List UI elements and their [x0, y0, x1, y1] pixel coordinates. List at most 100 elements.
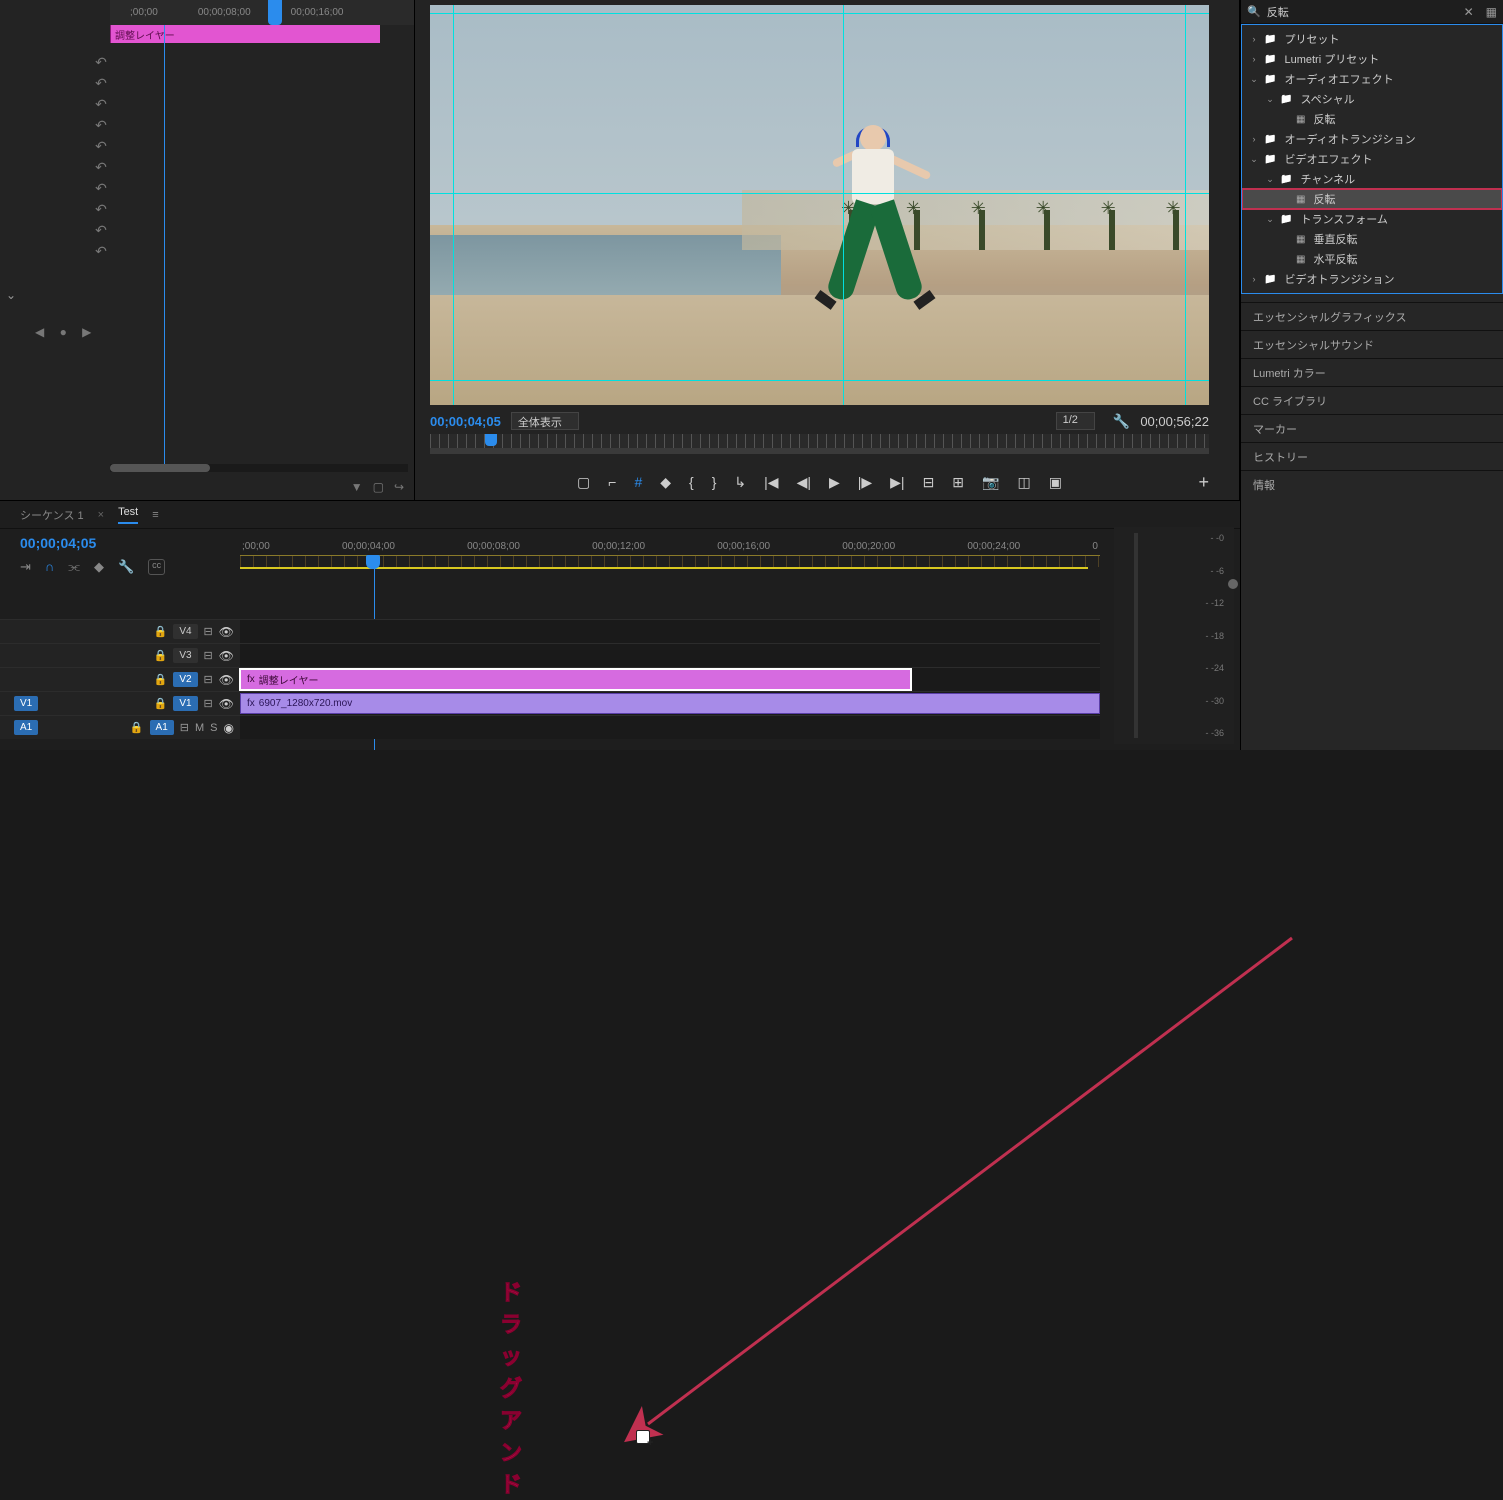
source-patch-a1[interactable]: A1 — [14, 720, 38, 735]
source-patch-v1[interactable]: V1 — [14, 696, 38, 711]
panel-menu-icon[interactable]: ▦ — [1486, 5, 1497, 19]
undo-icon[interactable]: ↶ — [92, 96, 110, 113]
clear-search-icon[interactable]: ✕ — [1464, 5, 1474, 19]
mark-in-icon[interactable]: { — [689, 474, 694, 490]
tab-sequence-1[interactable]: シーケンス 1 — [20, 507, 84, 523]
wrench-icon[interactable]: 🔧 — [118, 559, 134, 575]
filter-icon[interactable]: ▼ — [351, 480, 363, 494]
sync-lock-icon[interactable]: ⊟ — [180, 721, 189, 734]
undo-icon[interactable]: ↶ — [92, 222, 110, 239]
timeline-scroll-end[interactable] — [1106, 579, 1238, 591]
panel-link-cc-libraries[interactable]: CC ライブラリ — [1241, 386, 1503, 414]
eye-icon[interactable]: 👁 — [219, 697, 234, 711]
zoom-level-select[interactable]: 全体表示 — [511, 412, 579, 430]
source-playhead[interactable] — [268, 0, 282, 25]
tree-folder-audio-effects[interactable]: ⌄オーディオエフェクト — [1242, 69, 1502, 89]
source-scrollbar[interactable] — [110, 464, 408, 472]
program-timecode-out[interactable]: 00;00;56;22 — [1140, 414, 1209, 429]
mark-out-icon[interactable]: } — [712, 474, 717, 490]
tree-folder-video-effects[interactable]: ⌄ビデオエフェクト — [1242, 149, 1502, 169]
sync-lock-icon[interactable]: ⊟ — [204, 625, 213, 638]
track-label[interactable]: V3 — [173, 648, 197, 663]
clip-video[interactable]: fx 6907_1280x720.mov — [240, 693, 1100, 714]
caption-icon[interactable]: cc — [148, 559, 165, 575]
tab-close-icon[interactable]: × — [98, 509, 104, 521]
track-header-v1[interactable]: V1 🔒 V1 ⊟ 👁 — [0, 692, 240, 715]
track-header-v3[interactable]: 🔒 V3 ⊟ 👁 — [0, 644, 240, 667]
undo-icon[interactable]: ↶ — [92, 138, 110, 155]
marker-add-icon[interactable]: ▢ — [577, 474, 590, 491]
settings-wrench-icon[interactable]: 🔧 — [1113, 413, 1130, 430]
sync-lock-icon[interactable]: ⊟ — [204, 673, 213, 686]
extract-icon[interactable]: ⊞ — [952, 474, 964, 491]
eye-icon[interactable]: 👁 — [219, 649, 234, 663]
safe-margins-icon[interactable]: # — [634, 474, 642, 490]
source-clip-adjustment-layer[interactable]: 調整レイヤー — [110, 25, 380, 43]
lock-icon[interactable]: 🔒 — [154, 673, 168, 686]
tree-folder-special[interactable]: ⌄スペシャル — [1242, 89, 1502, 109]
program-playhead[interactable] — [485, 434, 497, 446]
undo-icon[interactable]: ↶ — [92, 201, 110, 218]
new-bin-icon[interactable]: ▢ — [373, 480, 384, 494]
panel-link-lumetri-color[interactable]: Lumetri カラー — [1241, 358, 1503, 386]
lock-icon[interactable]: 🔒 — [154, 625, 168, 638]
tree-folder-lumetri-presets[interactable]: ›Lumetri プリセット — [1242, 49, 1502, 69]
tree-folder-video-transitions[interactable]: ›ビデオトランジション — [1242, 269, 1502, 289]
frame-forward-icon[interactable]: |▶ — [858, 474, 872, 491]
source-nav-controls[interactable]: ◀ ● ▶ — [35, 325, 97, 339]
in-point-icon[interactable]: ⌐ — [608, 474, 616, 490]
program-video-frame[interactable] — [430, 5, 1209, 405]
panel-link-history[interactable]: ヒストリー — [1241, 442, 1503, 470]
new-item-icon[interactable]: ↪ — [394, 480, 404, 494]
undo-icon[interactable]: ↶ — [92, 75, 110, 92]
insert-mode-icon[interactable]: ⇥ — [20, 559, 31, 575]
playback-resolution-select[interactable]: 1/2 — [1056, 412, 1095, 430]
tree-effect-invert-audio[interactable]: 反転 — [1242, 109, 1502, 129]
linked-selection-icon[interactable]: ⫘ — [68, 559, 80, 575]
proxy-toggle-icon[interactable]: ▣ — [1049, 474, 1062, 491]
clip-adjustment-layer[interactable]: fx 調整レイヤー — [240, 669, 911, 690]
program-ruler[interactable] — [430, 434, 1209, 454]
track-header-v4[interactable]: 🔒 V4 ⊟ 👁 — [0, 620, 240, 643]
export-frame-icon[interactable]: 📷 — [982, 474, 999, 491]
tree-effect-vertical-flip[interactable]: 垂直反転 — [1242, 229, 1502, 249]
marker-tool-icon[interactable]: ◆ — [94, 559, 104, 575]
undo-icon[interactable]: ↶ — [92, 243, 110, 260]
eye-icon[interactable]: 👁 — [219, 625, 234, 639]
tab-menu-icon[interactable]: ≡ — [152, 509, 158, 521]
program-timecode-in[interactable]: 00;00;04;05 — [430, 414, 501, 429]
mute-button[interactable]: M — [195, 722, 204, 734]
solo-button[interactable]: S — [210, 722, 217, 734]
voiceover-icon[interactable]: ◉ — [224, 721, 234, 735]
timeline-ruler[interactable]: ;00;00 00;00;04;00 00;00;08;00 00;00;12;… — [240, 541, 1100, 571]
track-label[interactable]: A1 — [150, 720, 174, 735]
track-header-a1[interactable]: A1 🔒 A1 ⊟ M S ◉ — [0, 716, 240, 739]
step-back-icon[interactable]: |◀ — [764, 474, 778, 491]
comparison-view-icon[interactable]: ◫ — [1017, 474, 1030, 491]
tree-effect-horizontal-flip[interactable]: 水平反転 — [1242, 249, 1502, 269]
eye-icon[interactable]: 👁 — [219, 673, 234, 687]
tree-effect-invert-channel[interactable]: 反転 — [1242, 189, 1502, 209]
panel-link-essential-graphics[interactable]: エッセンシャルグラフィックス — [1241, 302, 1503, 330]
track-label[interactable]: V2 — [173, 672, 197, 687]
lock-icon[interactable]: 🔒 — [154, 649, 168, 662]
tab-test[interactable]: Test — [118, 506, 138, 524]
lift-icon[interactable]: ⊟ — [923, 474, 935, 491]
tree-folder-transform[interactable]: ⌄トランスフォーム — [1242, 209, 1502, 229]
button-editor-icon[interactable]: + — [1198, 472, 1209, 493]
panel-link-markers[interactable]: マーカー — [1241, 414, 1503, 442]
lock-icon[interactable]: 🔒 — [154, 697, 168, 710]
sync-lock-icon[interactable]: ⊟ — [204, 697, 213, 710]
go-to-in-icon[interactable]: ↳ — [734, 474, 746, 491]
source-ruler[interactable]: ;00;00 00;00;08;00 00;00;16;00 — [110, 0, 414, 25]
undo-icon[interactable]: ↶ — [92, 117, 110, 134]
undo-icon[interactable]: ↶ — [92, 159, 110, 176]
tree-folder-presets[interactable]: ›プリセット — [1242, 29, 1502, 49]
effects-search-input[interactable]: 反転 — [1267, 4, 1289, 20]
timeline-timecode[interactable]: 00;00;04;05 — [20, 535, 96, 551]
snap-icon[interactable]: ∩ — [45, 559, 54, 575]
tree-folder-audio-transitions[interactable]: ›オーディオトランジション — [1242, 129, 1502, 149]
track-header-v2[interactable]: 🔒 V2 ⊟ 👁 — [0, 668, 240, 691]
panel-collapse-chevron-icon[interactable]: ⌄ — [6, 288, 16, 302]
step-forward-icon[interactable]: ▶| — [890, 474, 904, 491]
